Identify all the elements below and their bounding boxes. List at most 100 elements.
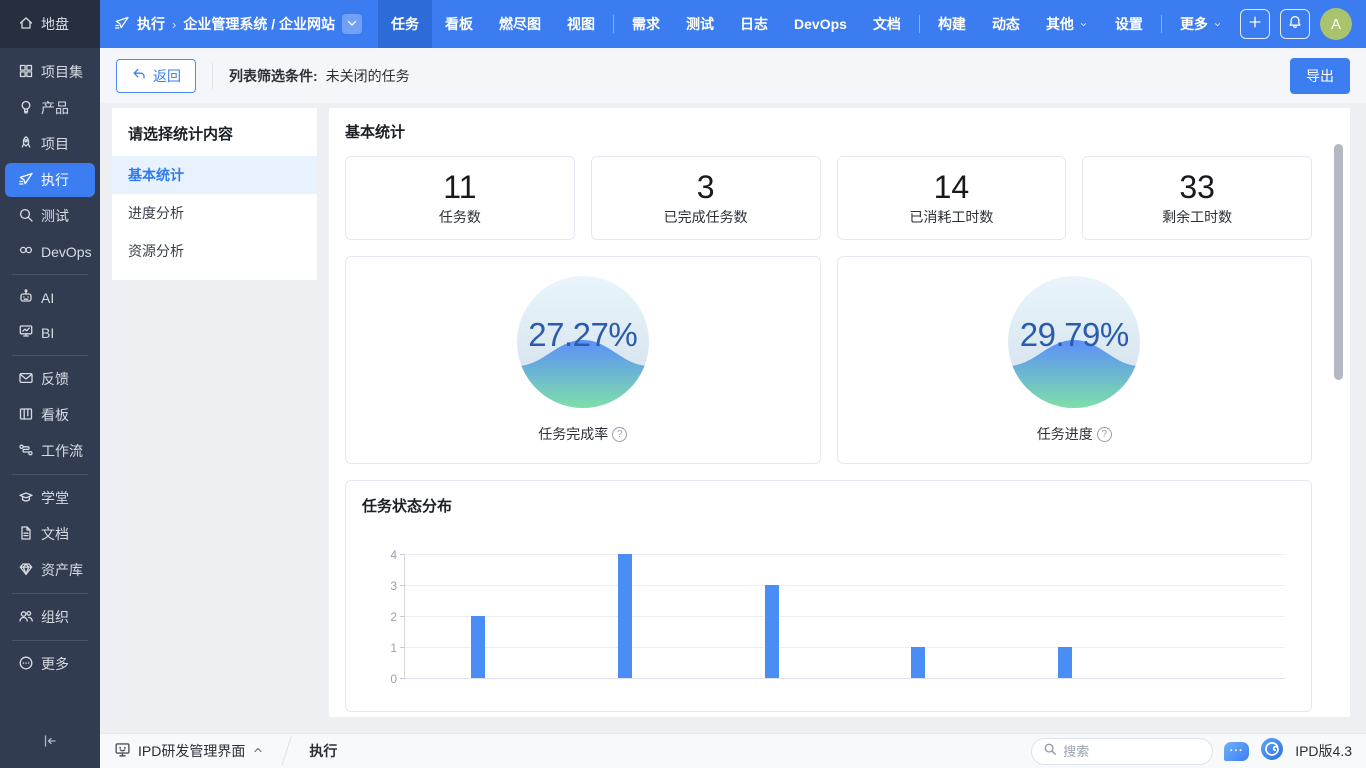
tab-5[interactable]: 测试 xyxy=(673,0,727,48)
statusbar-section: 执行 xyxy=(309,741,337,761)
status-bar: IPD研发管理界面 执行 ··· IPD版4.3 xyxy=(100,733,1366,768)
vertical-scrollbar[interactable] xyxy=(1334,144,1343,380)
search-input[interactable] xyxy=(1063,744,1183,759)
doc-icon xyxy=(18,525,34,544)
sidebar-item-5[interactable]: DevOps xyxy=(5,235,95,268)
tab-label: 看板 xyxy=(445,14,473,34)
chart-ytick-label: 1 xyxy=(375,641,397,655)
sidebar-item-label: 执行 xyxy=(41,170,69,190)
tab-1[interactable]: 看板 xyxy=(432,0,486,48)
tab-0[interactable]: 任务 xyxy=(378,0,432,48)
sidebar-collapse-button[interactable] xyxy=(0,721,100,768)
gauge-label: 任务完成率 xyxy=(538,424,608,444)
stats-nav-item-1[interactable]: 进度分析 xyxy=(112,194,317,232)
sidebar-item-6[interactable]: AI xyxy=(5,281,95,314)
stat-value: 33 xyxy=(1179,169,1215,206)
gauge-card-0: 27.27% 任务完成率? xyxy=(345,256,821,464)
sidebar-item-14[interactable]: 组织 xyxy=(5,600,95,634)
sidebar-item-7[interactable]: BI xyxy=(5,316,95,349)
tab-label: 需求 xyxy=(632,14,660,34)
robot-icon xyxy=(18,288,34,307)
sidebar-item-11[interactable]: 学堂 xyxy=(5,481,95,515)
chart-gridline xyxy=(405,585,1285,586)
mail-icon xyxy=(18,370,34,389)
help-icon[interactable]: ? xyxy=(612,427,627,442)
tab-2[interactable]: 燃尽图 xyxy=(486,0,554,48)
sidebar-divider xyxy=(12,593,88,594)
statusbar-divider xyxy=(282,737,292,766)
stats-nav-item-0[interactable]: 基本统计 xyxy=(112,156,317,194)
chart-bar-2 xyxy=(765,585,779,678)
tab-label: 动态 xyxy=(992,14,1020,34)
tab-3[interactable]: 视图 xyxy=(554,0,608,48)
add-button[interactable] xyxy=(1240,9,1270,39)
tab-7[interactable]: DevOps xyxy=(781,0,860,48)
back-arrow-icon xyxy=(131,66,147,85)
tab-11[interactable]: 其他 xyxy=(1033,0,1102,48)
avatar[interactable]: A xyxy=(1320,8,1352,40)
tab-13[interactable]: 更多 xyxy=(1167,0,1236,48)
sidebar-item-9[interactable]: 看板 xyxy=(5,398,95,432)
tab-divider xyxy=(613,15,614,33)
sidebar-item-dashboard[interactable]: 地盘 xyxy=(5,7,95,41)
tab-label: 日志 xyxy=(740,14,768,34)
task-status-chart-card: 任务状态分布 01234 xyxy=(345,480,1312,712)
stat-card-2: 14已消耗工时数 xyxy=(837,156,1067,240)
stats-nav-item-2[interactable]: 资源分析 xyxy=(112,232,317,270)
tab-divider xyxy=(1161,15,1162,33)
gauge-value: 27.27% xyxy=(517,316,649,354)
sidebar-item-1[interactable]: 产品 xyxy=(5,91,95,125)
breadcrumb-project[interactable]: 企业管理系统 / 企业网站 xyxy=(183,14,335,34)
stat-card-1: 3已完成任务数 xyxy=(591,156,821,240)
stat-card-0: 11任务数 xyxy=(345,156,575,240)
export-button[interactable]: 导出 xyxy=(1290,58,1350,94)
sidebar-item-3[interactable]: 执行 xyxy=(5,163,95,197)
tab-4[interactable]: 需求 xyxy=(619,0,673,48)
search-box[interactable] xyxy=(1031,738,1213,765)
breadcrumb-root[interactable]: 执行 xyxy=(137,14,165,34)
tab-label: 构建 xyxy=(938,14,966,34)
users-icon xyxy=(18,608,34,627)
sidebar-item-label: 产品 xyxy=(41,98,69,118)
sidebar-item-10[interactable]: 工作流 xyxy=(5,434,95,468)
filter-value: 未关闭的任务 xyxy=(326,66,410,86)
chart-bar-0 xyxy=(471,616,485,678)
sidebar-item-8[interactable]: 反馈 xyxy=(5,362,95,396)
bar-chart: 01234 xyxy=(404,546,1285,694)
tab-9[interactable]: 构建 xyxy=(925,0,979,48)
app-switcher[interactable]: IPD研发管理界面 xyxy=(114,741,264,761)
grid-icon xyxy=(18,63,34,82)
stats-main-panel: 基本统计 11任务数3已完成任务数14已消耗工时数33剩余工时数 27.27%任… xyxy=(329,108,1350,717)
sidebar-item-12[interactable]: 文档 xyxy=(5,517,95,551)
gauge-cards-row: 27.27%任务完成率?29.79%任务进度? xyxy=(345,256,1334,464)
sidebar-item-13[interactable]: 资产库 xyxy=(5,553,95,587)
sidebar-item-label: DevOps xyxy=(41,244,92,260)
sidebar-item-0[interactable]: 项目集 xyxy=(5,55,95,89)
gauge-label: 任务进度 xyxy=(1037,424,1093,444)
chart-tick xyxy=(400,616,405,617)
stat-card-3: 33剩余工时数 xyxy=(1082,156,1312,240)
chat-icon[interactable]: ··· xyxy=(1224,742,1249,761)
help-icon[interactable]: ? xyxy=(1097,427,1112,442)
sidebar-item-label: 看板 xyxy=(41,405,69,425)
project-switcher-button[interactable] xyxy=(342,14,362,34)
sidebar-divider xyxy=(12,474,88,475)
back-button[interactable]: 返回 xyxy=(116,59,196,93)
sidebar-item-2[interactable]: 项目 xyxy=(5,127,95,161)
stat-value: 11 xyxy=(443,169,476,206)
chart-plot-area: 01234 xyxy=(404,554,1285,678)
execution-icon xyxy=(114,15,130,34)
tab-label: 文档 xyxy=(873,14,901,34)
tab-label: DevOps xyxy=(794,16,847,32)
tab-12[interactable]: 设置 xyxy=(1102,0,1156,48)
notifications-button[interactable] xyxy=(1280,9,1310,39)
school-icon xyxy=(18,489,34,508)
tab-6[interactable]: 日志 xyxy=(727,0,781,48)
sidebar-item-15[interactable]: 更多 xyxy=(5,647,95,681)
monitor-icon xyxy=(114,741,131,761)
chart-ytick-label: 2 xyxy=(375,610,397,624)
sidebar-item-4[interactable]: 测试 xyxy=(5,199,95,233)
tab-10[interactable]: 动态 xyxy=(979,0,1033,48)
tab-8[interactable]: 文档 xyxy=(860,0,914,48)
sidebar-divider xyxy=(12,640,88,641)
